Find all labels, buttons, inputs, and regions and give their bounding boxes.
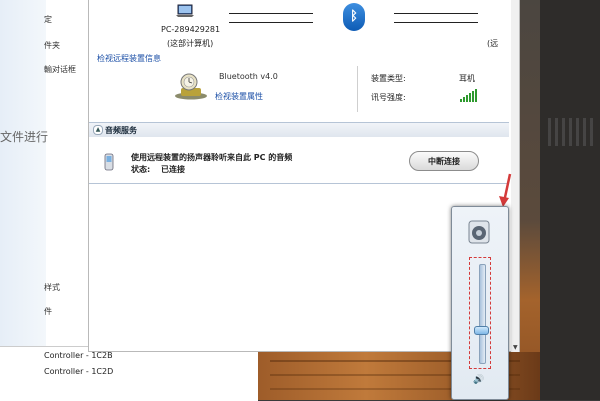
- disconnect-button[interactable]: 中断连接: [409, 151, 479, 171]
- left-item-1[interactable]: 件夹: [44, 40, 60, 51]
- left-explorer-panel: 定 件夹 輸对话框 样式 件: [0, 0, 89, 352]
- desktop-right-edge: [540, 0, 600, 400]
- divider: [357, 66, 358, 112]
- device-row-1[interactable]: Controller - 1C2D: [44, 367, 113, 376]
- device-name: Bluetooth v4.0: [219, 72, 278, 81]
- device-list: Controller - 1C2B Controller - 1C2D: [0, 346, 258, 401]
- pc-subtitle: (这部计算机): [167, 39, 214, 48]
- volume-slider-track: [479, 264, 486, 364]
- view-device-properties-link[interactable]: 检视装置属性: [215, 91, 263, 102]
- device-row-0[interactable]: Controller - 1C2B: [44, 351, 113, 360]
- bluetooth-device-icon: [175, 73, 207, 100]
- volume-mixer-popup: 🔊: [451, 206, 509, 400]
- pc-name: PC-289429281: [161, 25, 221, 34]
- connection-line: [394, 13, 478, 14]
- status-label: 状态:: [131, 165, 151, 174]
- signal-icon: [460, 88, 480, 102]
- device-type-value: 耳机: [459, 74, 475, 83]
- left-item-0[interactable]: 定: [44, 14, 52, 25]
- audio-service-status: 状态: 已连接: [131, 164, 185, 175]
- audio-services-title: 音频服务: [105, 126, 137, 135]
- phone-icon: [104, 153, 114, 171]
- left-panel-bg: [0, 0, 46, 352]
- left-item-3[interactable]: 样式: [44, 282, 60, 293]
- left-item-4[interactable]: 件: [44, 306, 52, 317]
- status-value: 已连接: [161, 165, 185, 174]
- red-arrow-annotation: [499, 173, 512, 207]
- audio-service-description: 使用远程装置的扬声器聆听来自此 PC 的音频: [131, 153, 293, 162]
- chevron-up-icon[interactable]: ▲: [93, 125, 103, 135]
- remote-device-label: (远: [487, 39, 499, 48]
- view-remote-info-link[interactable]: 检视远程装置信息: [97, 53, 161, 64]
- connection-line: [229, 13, 313, 14]
- left-item-2[interactable]: 輸对话框: [44, 64, 76, 75]
- speaker-icon[interactable]: 🔊: [473, 375, 484, 385]
- connection-line: [394, 22, 478, 23]
- volume-slider-thumb[interactable]: [474, 325, 489, 335]
- audio-services-header[interactable]: ▲ 音频服务: [89, 123, 509, 137]
- speaker-device-icon[interactable]: [466, 219, 492, 245]
- connection-line: [229, 22, 313, 23]
- device-type-label: 装置类型:: [371, 74, 406, 83]
- signal-strength-label: 讯号强度:: [371, 93, 406, 102]
- background-grid: [548, 118, 596, 146]
- scroll-down-icon[interactable]: ▼: [513, 344, 518, 351]
- computer-icon: [176, 4, 194, 17]
- audio-services-group: ▲ 音频服务 使用远程装置的扬声器聆听来自此 PC 的音频 状态: 已连接 中断…: [89, 122, 509, 184]
- faded-background-text: 文件进行: [0, 130, 49, 144]
- bluetooth-icon: ᛒ: [343, 3, 365, 31]
- volume-slider[interactable]: [469, 257, 491, 369]
